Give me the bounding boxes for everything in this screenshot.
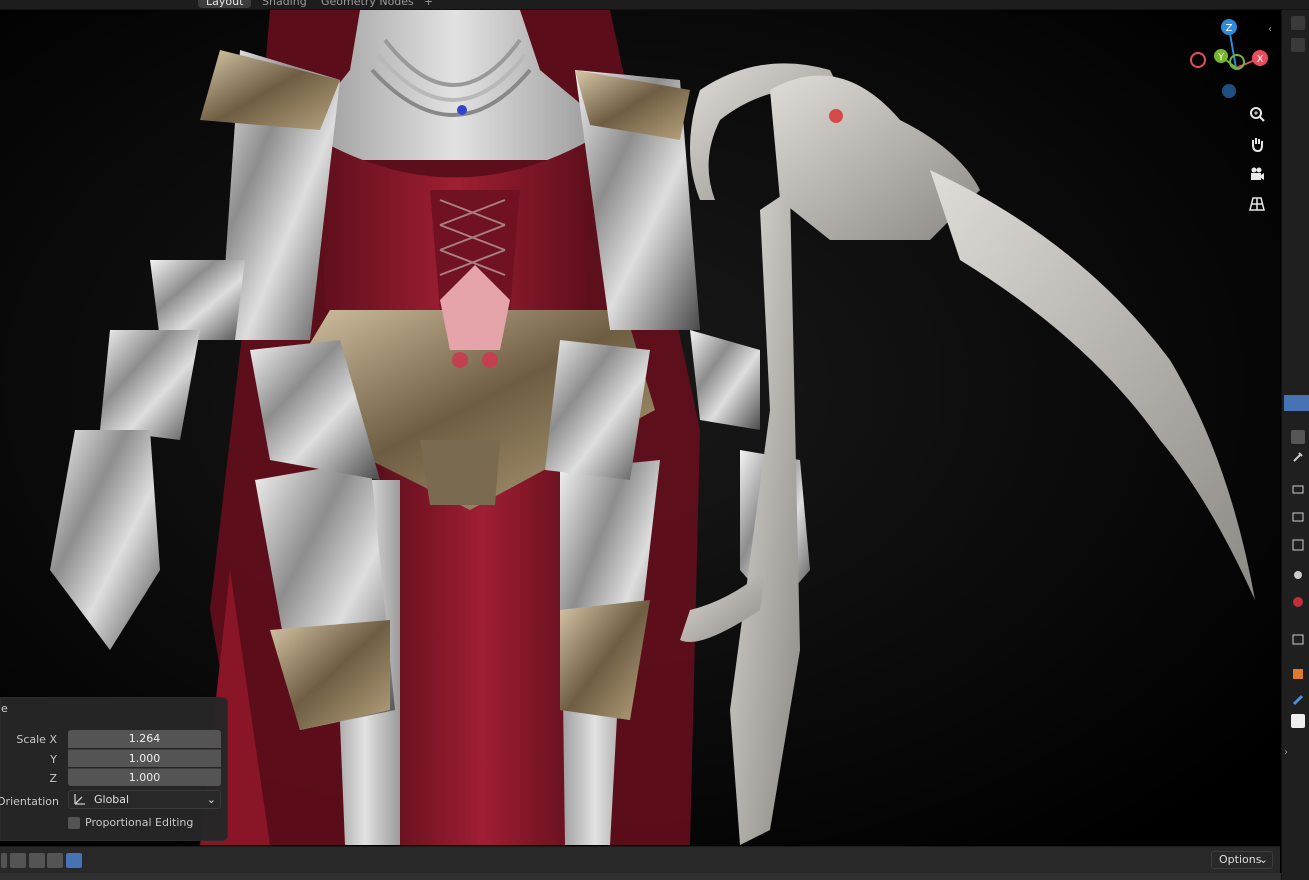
mode-invert-icon[interactable] <box>47 853 63 868</box>
orientation-value: Global <box>94 793 130 806</box>
options-dropdown[interactable]: Options ⌄ <box>1211 851 1273 869</box>
tab-geometry-nodes[interactable]: Geometry Nodes <box>313 0 422 8</box>
chevron-down-icon: ⌄ <box>206 793 216 806</box>
outliner-filter-icon[interactable] <box>1291 16 1305 30</box>
selected-row-indicator <box>1284 395 1309 411</box>
scale-y-label: Y <box>50 753 57 766</box>
orientation-label: Orientation <box>0 795 59 808</box>
world-icon[interactable] <box>1291 595 1305 609</box>
view-layer-icon[interactable] <box>1291 538 1305 552</box>
tab-shading[interactable]: Shading <box>254 0 315 8</box>
proportional-editing-label[interactable]: Proportional Editing <box>85 816 193 829</box>
options-label: Options <box>1219 853 1262 866</box>
mode-intersect-icon[interactable] <box>66 853 82 868</box>
mode-subtract-icon[interactable] <box>29 853 45 868</box>
camera-icon[interactable] <box>1244 161 1270 187</box>
gizmo-y-label: Y <box>1217 52 1225 63</box>
workspace-bar: Layout Shading Geometry Nodes + <box>0 0 1309 10</box>
wrench-icon[interactable] <box>1291 450 1305 464</box>
collapse-chevron-icon[interactable]: ‹ <box>1268 24 1272 35</box>
data-icon[interactable] <box>1291 714 1305 728</box>
scale-z-field[interactable]: 1.000 <box>68 768 221 786</box>
zoom-icon[interactable] <box>1244 101 1270 127</box>
add-workspace-button[interactable]: + <box>416 0 441 8</box>
operator-panel: e Scale X 1.264 Y 1.000 Z 1.000 Orientat… <box>0 697 228 841</box>
tool-properties-icon[interactable] <box>1291 430 1305 444</box>
tab-layout[interactable]: Layout <box>198 0 252 8</box>
scale-y-field[interactable]: 1.000 <box>68 749 221 767</box>
mode-extend-icon[interactable] <box>10 853 26 868</box>
object-icon[interactable] <box>1291 667 1305 681</box>
viewport-footer: Options ⌄ <box>0 846 1280 873</box>
orientation-select[interactable]: Global ⌄ <box>68 790 221 809</box>
mode-new-selection-icon[interactable] <box>1 853 7 868</box>
outliner-view-icon[interactable] <box>1291 38 1305 52</box>
modifier-icon[interactable] <box>1291 693 1305 707</box>
scale-z-label: Z <box>49 772 57 785</box>
grid-icon[interactable] <box>1244 191 1270 217</box>
gizmo-z-label: Z <box>1226 23 1233 34</box>
scale-x-label: Scale X <box>16 733 57 746</box>
render-icon[interactable] <box>1291 482 1305 496</box>
options-chevron-icon: ⌄ <box>1258 853 1268 866</box>
operator-title[interactable]: e <box>1 702 8 715</box>
collection-icon[interactable] <box>1291 632 1305 646</box>
hand-icon[interactable] <box>1244 131 1270 157</box>
scale-x-field[interactable]: 1.264 <box>68 730 221 748</box>
output-icon[interactable] <box>1291 510 1305 524</box>
proportional-editing-checkbox[interactable] <box>68 817 80 829</box>
expand-chevron-icon[interactable]: › <box>1284 747 1288 758</box>
orientation-icon <box>73 792 87 811</box>
gizmo-x-label: X <box>1257 54 1264 65</box>
scene-icon[interactable] <box>1291 567 1305 581</box>
properties-tab-strip: › <box>1281 10 1309 880</box>
navigation-gizmo[interactable]: Z X Y <box>1188 16 1278 106</box>
status-bar <box>0 873 1309 880</box>
